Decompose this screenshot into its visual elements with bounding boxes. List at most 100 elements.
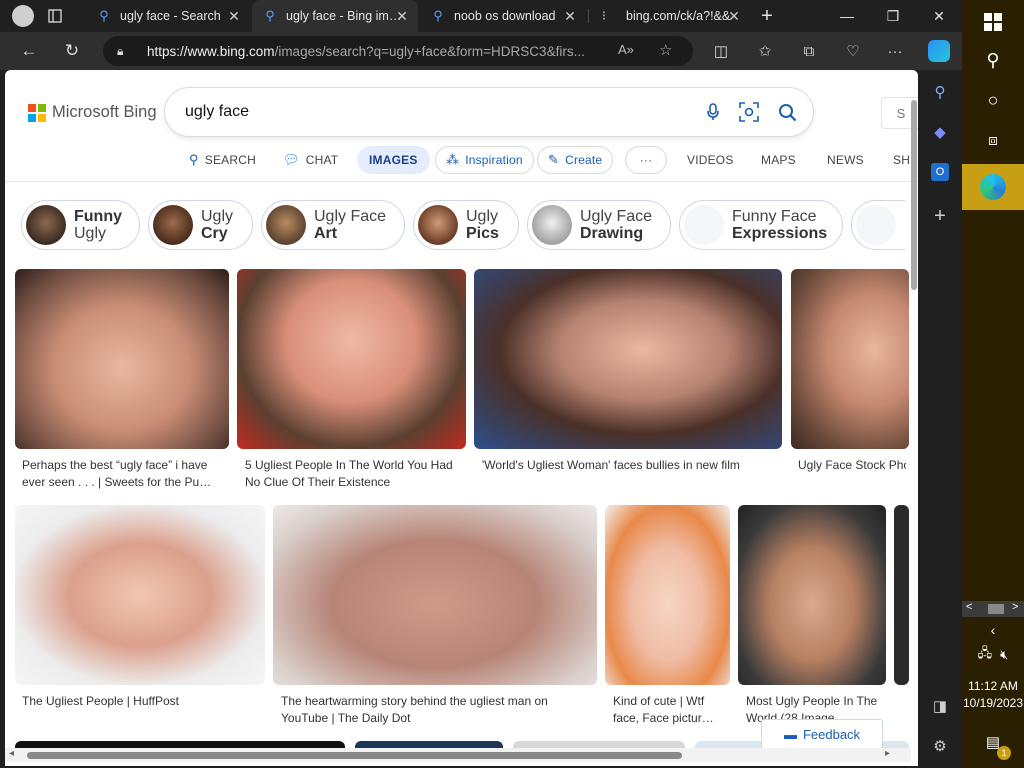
tab-actions-button[interactable] (48, 0, 78, 32)
search-icon[interactable] (775, 100, 799, 124)
tab-chat[interactable]: 💬︎ CHAT (283, 146, 338, 174)
tab-images[interactable]: IMAGES (357, 146, 430, 174)
result-caption[interactable]: The Ugliest People | HuffPost (22, 693, 258, 727)
result-caption[interactable]: 'World's Ugliest Woman' faces bullies in… (482, 457, 776, 491)
profile-button[interactable] (8, 0, 38, 32)
favorite-star-icon[interactable]: ☆ (659, 41, 672, 59)
tab-news[interactable]: NEWS (827, 146, 864, 174)
chip-funny-ugly[interactable]: Funny Ugly (21, 200, 140, 250)
sidebar-outlook-icon[interactable]: O (928, 160, 952, 184)
result-image[interactable] (605, 505, 730, 685)
result-image[interactable] (15, 269, 229, 449)
scrollbar-thumb[interactable] (27, 752, 682, 759)
result-image[interactable] (894, 505, 909, 685)
sidebar-settings-icon[interactable]: ⚙ (928, 734, 952, 758)
tab-create[interactable]: ✎ Create (537, 146, 614, 174)
result-caption[interactable]: The heartwarming story behind the uglies… (281, 693, 591, 727)
tab-ugly-face-bing-images[interactable]: ⚲ ugly face - Bing im… ✕ (252, 0, 418, 32)
chip-thumbnail (856, 205, 896, 245)
restore-icon: ❐ (886, 7, 900, 24)
new-tab-button[interactable]: + (744, 0, 790, 32)
result-image[interactable] (738, 505, 886, 685)
notifications-button[interactable]: ▤ 1 (962, 724, 1024, 760)
windows-taskbar: ⚲ ○ ⧈ < > ‹ 🖧︎ 🔇︎ 11:12 AM 10/19/2023 ▤ … (962, 0, 1024, 768)
tab-actions-icon (48, 9, 62, 23)
sidebar-copilot-icon[interactable]: ◆ (928, 120, 952, 144)
vertical-scrollbar[interactable] (909, 98, 918, 760)
tab-maps[interactable]: MAPS (761, 146, 796, 174)
refresh-button[interactable]: ↻ (57, 36, 87, 66)
clock[interactable]: 11:12 AM 10/19/2023 (962, 678, 1024, 712)
tab-ugly-face-search[interactable]: ⚲ ugly face - Search ✕ (86, 0, 250, 32)
scrollbar-thumb[interactable] (911, 100, 917, 290)
scroll-left-icon[interactable]: ◂ (9, 748, 14, 759)
chip-funny-face-expressions[interactable]: Funny Face Expressions (679, 200, 843, 250)
close-tab-icon[interactable]: ✕ (226, 8, 242, 24)
sidebar-hide-icon[interactable]: ◨ (928, 694, 952, 718)
tab-inspiration[interactable]: ⁂ Inspiration (435, 146, 534, 174)
search-input[interactable]: ugly face (185, 103, 249, 121)
copilot-button[interactable] (924, 36, 954, 66)
split-screen-button[interactable]: ◫ (706, 36, 736, 66)
chip-ugly-pics[interactable]: Ugly Pics (413, 200, 519, 250)
search-box[interactable]: ugly face (165, 88, 813, 136)
close-tab-icon[interactable]: ✕ (394, 8, 410, 24)
bing-logo[interactable]: Microsoft Bing (28, 103, 157, 122)
result-image[interactable] (15, 505, 265, 685)
result-caption[interactable]: Kind of cute | Wtf face, Face pictur… (613, 693, 725, 727)
cortana-icon: ○ (987, 89, 999, 110)
chip-more[interactable] (851, 200, 905, 250)
favorites-button[interactable]: ✩ (750, 36, 780, 66)
feedback-button[interactable]: ▬ Feedback (761, 719, 883, 749)
tab-shopping[interactable]: SH (893, 146, 910, 174)
tab-bing-redirect[interactable]: ⁝ bing.com/ck/a?!&& ✕ (590, 0, 750, 32)
chip-ugly-face-art[interactable]: Ugly Face Art (261, 200, 405, 250)
result-caption[interactable]: 5 Ugliest People In The World You Had No… (245, 457, 460, 491)
result-image[interactable] (237, 269, 466, 449)
more-options-button[interactable]: ··· (880, 36, 910, 66)
minimize-button[interactable]: — (824, 0, 870, 32)
tab-search[interactable]: ⚲ SEARCH (189, 146, 256, 174)
result-image[interactable] (273, 505, 597, 685)
chip-ugly-face-drawing[interactable]: Ugly Face Drawing (527, 200, 671, 250)
page-icon: ⁝ (601, 8, 607, 23)
more-icon: ··· (887, 42, 903, 60)
close-icon: ✕ (933, 7, 945, 24)
start-button[interactable] (962, 2, 1024, 42)
microphone-icon[interactable] (701, 100, 725, 124)
scroll-right-icon[interactable]: ▸ (885, 748, 890, 759)
more-nav-button[interactable]: ··· (625, 146, 667, 174)
tab-videos[interactable]: VIDEOS (687, 146, 734, 174)
outlook-icon: O (931, 163, 949, 181)
result-image[interactable] (474, 269, 782, 449)
chip-thumbnail (684, 205, 724, 245)
result-image[interactable] (791, 269, 909, 449)
address-bar[interactable]: 🔒︎ https://www.bing.com/images/search?q=… (103, 36, 693, 66)
taskbar-search-button[interactable]: ⚲ (962, 40, 1024, 80)
close-tab-icon[interactable]: ✕ (726, 8, 742, 24)
sidebar-add-icon[interactable]: + (928, 204, 952, 228)
chip-ugly-cry[interactable]: Ugly Cry (148, 200, 253, 250)
result-caption[interactable]: Perhaps the best “ugly face” i have ever… (22, 457, 222, 491)
minimize-icon: — (840, 8, 854, 24)
tab-noob-os-download[interactable]: ⚲ noob os download ✕ (420, 0, 586, 32)
restore-button[interactable]: ❐ (870, 0, 916, 32)
horizontal-scrollbar[interactable]: ◂ ▸ (5, 748, 911, 762)
microsoft-logo-icon (28, 103, 46, 122)
task-view-button[interactable]: ⧈ (962, 120, 1024, 160)
collections-button[interactable]: ⧉ (794, 36, 824, 66)
close-window-button[interactable]: ✕ (916, 0, 962, 32)
close-tab-icon[interactable]: ✕ (562, 8, 578, 24)
address-url: https://www.bing.com/images/search?q=ugl… (147, 43, 585, 59)
result-caption[interactable]: Ugly Face Stock Pho… Royalty-Free Images (798, 457, 906, 491)
volume-muted-icon[interactable]: 🔇︎ (1000, 647, 1008, 663)
tab-strip: ⚲ ugly face - Search ✕ ⚲ ugly face - Bin… (0, 0, 962, 32)
network-icon[interactable]: 🖧︎ (978, 644, 993, 666)
cortana-button[interactable]: ○ (962, 80, 1024, 120)
visual-search-icon[interactable] (737, 100, 761, 124)
back-button[interactable]: ← (14, 36, 44, 66)
read-aloud-icon[interactable]: A» (618, 42, 634, 57)
taskbar-edge-button[interactable] (962, 164, 1024, 210)
browser-essentials-button[interactable]: ♡ (838, 36, 868, 66)
sidebar-search-icon[interactable]: ⚲ (928, 80, 952, 104)
